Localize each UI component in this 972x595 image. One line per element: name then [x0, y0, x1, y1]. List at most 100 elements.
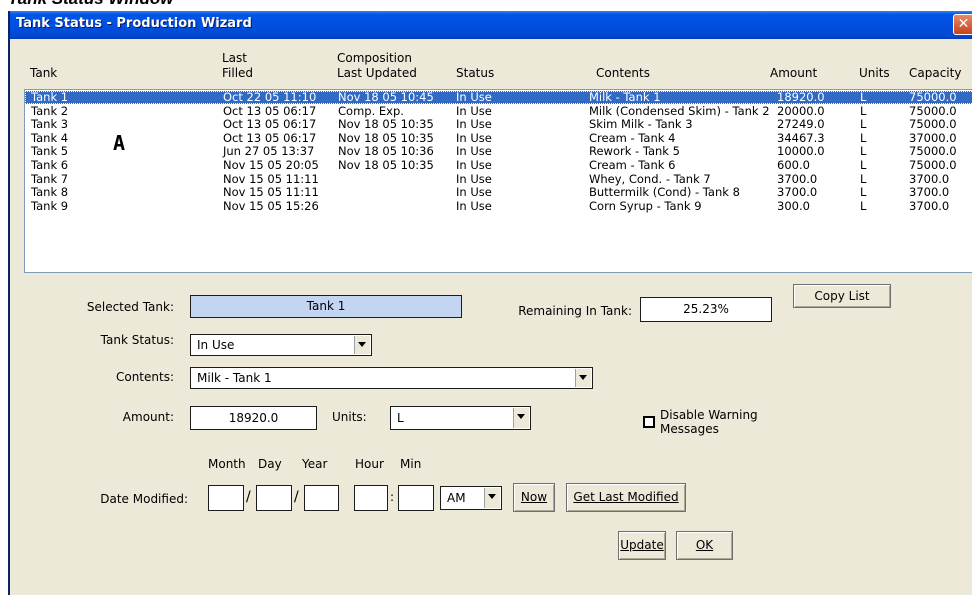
chevron-down-icon[interactable]: [575, 369, 591, 387]
table-row[interactable]: Tank 7 Nov 15 05 11:11 In Use Whey, Cond. -…: [25, 171, 972, 186]
cell-status: In Use: [456, 185, 492, 200]
cell-composition-updated: Nov 18 05 10:35: [338, 130, 434, 145]
get-last-modified-label: Get Last Modified: [573, 490, 679, 504]
amount-label: Amount:: [122, 410, 174, 424]
cell-last-filled: Nov 15 05 11:11: [223, 185, 319, 200]
table-row[interactable]: Tank 1 Oct 22 05 11:10 Nov 18 05 10:45 In U…: [25, 91, 972, 104]
cell-tank: Tank 5: [31, 144, 69, 159]
day-input[interactable]: [256, 485, 292, 511]
now-button[interactable]: Now: [513, 483, 555, 512]
contents-dropdown[interactable]: Milk - Tank 1: [190, 367, 593, 389]
header-tank: Tank: [30, 66, 58, 80]
chevron-down-icon[interactable]: [354, 336, 370, 354]
table-row[interactable]: Tank 3 Oct 13 05 06:17 Nov 18 05 10:35 In U…: [25, 118, 972, 131]
am-pm-dropdown[interactable]: AM: [440, 486, 502, 510]
close-icon[interactable]: ✕: [953, 14, 972, 35]
contents-label: Contents:: [115, 370, 174, 384]
cell-capacity: 75000.0: [909, 117, 957, 132]
cell-composition-updated: Nov 18 05 10:35: [338, 117, 434, 132]
cell-amount: 18920.0: [777, 90, 825, 104]
cell-contents: Cream - Tank 6: [589, 158, 676, 172]
contents-value: Milk - Tank 1: [197, 371, 272, 385]
chevron-down-icon[interactable]: [484, 488, 500, 508]
disable-warning-label-line1: Disable Warning: [660, 408, 758, 422]
cell-units: L: [860, 90, 867, 104]
update-button-label: Update: [620, 538, 664, 552]
copy-list-button[interactable]: Copy List: [793, 284, 891, 308]
amount-field[interactable]: 18920.0: [190, 406, 317, 430]
cell-last-filled: Jun 27 05 13:37: [223, 144, 315, 159]
hour-header: Hour: [355, 457, 384, 471]
title-bar[interactable]: Tank Status - Production Wizard ✕: [10, 11, 972, 39]
year-input[interactable]: [304, 485, 339, 511]
units-label: Units:: [332, 410, 367, 424]
table-row[interactable]: Tank 2 Oct 13 05 06:17 Comp. Exp. In Use Mil…: [25, 103, 972, 118]
cell-units: L: [860, 185, 867, 200]
cell-amount: 10000.0: [777, 144, 825, 159]
cell-tank: Tank 1: [31, 90, 69, 104]
month-input[interactable]: [208, 485, 244, 511]
cell-tank: Tank 4: [31, 130, 69, 145]
document-heading: Tank Status Window: [8, 0, 173, 9]
month-header: Month: [208, 457, 246, 471]
year-header: Year: [302, 457, 328, 471]
cell-last-filled: Oct 13 05 06:17: [223, 130, 317, 145]
cell-amount: 3700.0: [777, 185, 818, 200]
table-row[interactable]: Tank 5 Jun 27 05 13:37 Nov 18 05 10:36 In U…: [25, 145, 972, 158]
cell-capacity: 3700.0: [909, 198, 950, 213]
cell-status: In Use: [456, 130, 492, 145]
cell-tank: Tank 3: [31, 117, 69, 132]
cell-contents: Whey, Cond. - Tank 7: [589, 171, 711, 186]
cell-amount: 27249.0: [777, 117, 825, 132]
disable-warning-checkbox[interactable]: [643, 416, 655, 428]
hour-input[interactable]: [354, 485, 388, 511]
min-header: Min: [400, 457, 422, 471]
chevron-down-icon[interactable]: [513, 408, 529, 428]
header-amount: Amount: [770, 66, 818, 80]
header-last-filled-line1: Last: [222, 51, 247, 65]
day-header: Day: [258, 457, 282, 471]
tank-status-value: In Use: [197, 338, 235, 352]
ok-button[interactable]: OK: [676, 531, 733, 560]
header-composition-line1: Composition: [337, 51, 412, 65]
cell-tank: Tank 2: [31, 103, 69, 118]
cell-capacity: 75000.0: [909, 103, 957, 118]
ok-button-label: OK: [695, 538, 714, 552]
cell-contents: Buttermilk (Cond) - Tank 8: [589, 185, 740, 200]
tank-list[interactable]: Tank 1 Oct 22 05 11:10 Nov 18 05 10:45 In U…: [24, 89, 972, 273]
cell-units: L: [860, 130, 867, 145]
update-button[interactable]: Update: [618, 531, 666, 560]
cell-capacity: 75000.0: [909, 144, 957, 159]
overlay-marker-a: A: [113, 131, 126, 155]
cell-tank: Tank 8: [31, 185, 69, 200]
cell-status: In Use: [456, 171, 492, 186]
cell-last-filled: Nov 15 05 11:11: [223, 171, 319, 186]
units-dropdown[interactable]: L: [390, 406, 531, 430]
cell-units: L: [860, 117, 867, 132]
table-row[interactable]: Tank 8 Nov 15 05 11:11 In Use Buttermilk (C…: [25, 186, 972, 199]
window-title: Tank Status - Production Wizard: [16, 16, 252, 31]
selected-tank-label: Selected Tank:: [86, 300, 174, 314]
cell-tank: Tank 9: [31, 198, 69, 213]
table-row[interactable]: Tank 4 Oct 13 05 06:17 Nov 18 05 10:35 In U…: [25, 130, 972, 145]
header-status: Status: [456, 66, 495, 80]
minute-input[interactable]: [398, 485, 434, 511]
cell-contents: Corn Syrup - Tank 9: [589, 198, 702, 213]
cell-status: In Use: [456, 158, 492, 172]
cell-status: In Use: [456, 103, 492, 118]
remaining-in-tank-label: Remaining In Tank:: [518, 304, 632, 318]
get-last-modified-button[interactable]: Get Last Modified: [566, 483, 686, 512]
cell-amount: 3700.0: [777, 171, 818, 186]
cell-last-filled: Nov 15 05 20:05: [223, 158, 319, 172]
cell-amount: 34467.3: [777, 130, 825, 145]
cell-contents: Cream - Tank 4: [589, 130, 676, 145]
tank-status-dropdown[interactable]: In Use: [190, 334, 372, 356]
table-row[interactable]: Tank 9 Nov 15 05 15:26 In Use Corn Syrup - …: [25, 198, 972, 213]
cell-status: In Use: [456, 90, 492, 104]
tank-status-window: Tank Status - Production Wizard ✕ Tank L…: [8, 11, 972, 595]
date-separator-1: /: [246, 489, 251, 505]
cell-status: In Use: [456, 117, 492, 132]
cell-status: In Use: [456, 144, 492, 159]
units-value: L: [397, 411, 404, 425]
table-row[interactable]: Tank 6 Nov 15 05 20:05 Nov 18 05 10:35 In U…: [25, 159, 972, 172]
